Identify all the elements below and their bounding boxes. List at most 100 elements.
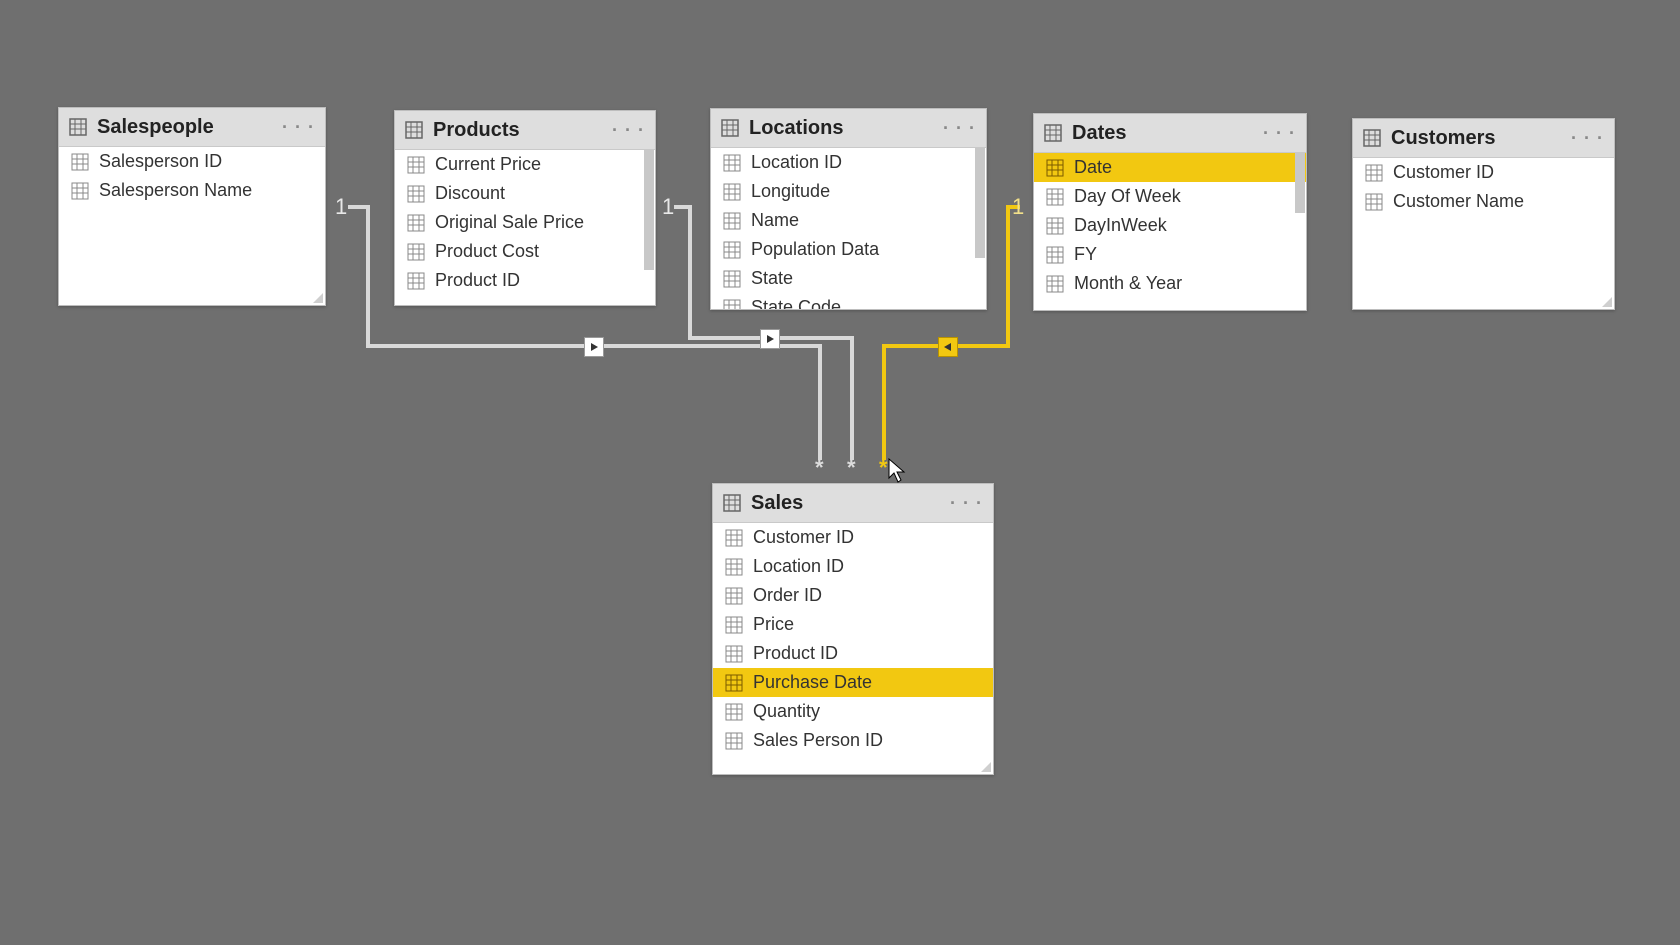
field-icon xyxy=(1046,188,1064,206)
table-menu-icon[interactable]: · · · xyxy=(1571,128,1604,149)
field-row[interactable]: Customer ID xyxy=(1353,158,1614,187)
field-row[interactable]: Customer Name xyxy=(1353,187,1614,216)
field-label: Salesperson Name xyxy=(99,180,252,201)
field-icon xyxy=(723,299,741,310)
field-label: Customer ID xyxy=(1393,162,1494,183)
table-header[interactable]: Locations · · · xyxy=(711,109,986,148)
resize-handle[interactable] xyxy=(313,293,323,303)
table-customers[interactable]: Customers · · · Customer ID Customer Nam… xyxy=(1352,118,1615,310)
field-label: Longitude xyxy=(751,181,830,202)
field-label: Discount xyxy=(435,183,505,204)
table-header[interactable]: Dates · · · xyxy=(1034,114,1306,153)
field-row-selected[interactable]: Purchase Date xyxy=(713,668,993,697)
field-row[interactable]: Order ID xyxy=(713,581,993,610)
field-row[interactable]: Longitude xyxy=(711,177,986,206)
table-dates[interactable]: Dates · · · Date Day Of Week DayInWeek F… xyxy=(1033,113,1307,311)
table-icon xyxy=(721,119,739,137)
field-label: Name xyxy=(751,210,799,231)
field-label: Population Data xyxy=(751,239,879,260)
table-icon xyxy=(405,121,423,139)
field-icon xyxy=(723,241,741,259)
table-menu-icon[interactable]: · · · xyxy=(950,493,983,514)
table-menu-icon[interactable]: · · · xyxy=(943,118,976,139)
table-locations[interactable]: Locations · · · Location ID Longitude Na… xyxy=(710,108,987,310)
field-row[interactable]: Product Cost xyxy=(395,237,655,266)
table-header[interactable]: Products · · · xyxy=(395,111,655,150)
field-row[interactable]: Month & Year xyxy=(1034,269,1306,298)
field-row[interactable]: Quantity xyxy=(713,697,993,726)
field-icon xyxy=(723,270,741,288)
mouse-cursor xyxy=(888,458,908,484)
table-title: Customers xyxy=(1391,127,1495,150)
field-icon xyxy=(725,587,743,605)
table-salespeople[interactable]: Salespeople · · · Salesperson ID Salespe… xyxy=(58,107,326,306)
table-header[interactable]: Sales · · · xyxy=(713,484,993,523)
field-row-selected[interactable]: Date xyxy=(1034,153,1306,182)
field-label: Day Of Week xyxy=(1074,186,1181,207)
field-icon xyxy=(1046,275,1064,293)
field-label: Price xyxy=(753,614,794,635)
model-canvas[interactable]: { "tables": { "salespeople": { "title": … xyxy=(0,0,1680,945)
table-sales[interactable]: Sales · · · Customer ID Location ID Orde… xyxy=(712,483,994,775)
field-icon xyxy=(723,154,741,172)
field-row[interactable]: Name xyxy=(711,206,986,235)
table-header[interactable]: Customers · · · xyxy=(1353,119,1614,158)
field-label: Original Sale Price xyxy=(435,212,584,233)
field-label: Sales Person ID xyxy=(753,730,883,751)
field-row[interactable]: Original Sale Price xyxy=(395,208,655,237)
field-row[interactable]: Salesperson Name xyxy=(59,176,325,205)
filter-direction-arrow-active[interactable] xyxy=(938,337,958,357)
table-icon xyxy=(69,118,87,136)
field-icon xyxy=(407,272,425,290)
field-row[interactable]: Current Price xyxy=(395,150,655,179)
field-row[interactable]: Population Data xyxy=(711,235,986,264)
field-icon xyxy=(407,156,425,174)
field-label: Product ID xyxy=(435,270,520,291)
resize-handle[interactable] xyxy=(981,762,991,772)
scrollbar[interactable] xyxy=(975,148,985,258)
field-row[interactable]: Product ID xyxy=(395,266,655,295)
field-row[interactable]: Location ID xyxy=(713,552,993,581)
field-label: Quantity xyxy=(753,701,820,722)
table-menu-icon[interactable]: · · · xyxy=(282,117,315,138)
field-label: FY xyxy=(1074,244,1097,265)
table-icon xyxy=(723,494,741,512)
scrollbar[interactable] xyxy=(644,150,654,270)
field-label: DayInWeek xyxy=(1074,215,1167,236)
field-icon xyxy=(723,212,741,230)
table-menu-icon[interactable]: · · · xyxy=(612,120,645,141)
field-icon xyxy=(723,183,741,201)
table-title: Salespeople xyxy=(97,116,214,139)
scrollbar[interactable] xyxy=(1295,153,1305,213)
field-icon xyxy=(725,529,743,547)
field-row[interactable]: Salesperson ID xyxy=(59,147,325,176)
field-row[interactable]: State xyxy=(711,264,986,293)
field-icon xyxy=(725,703,743,721)
field-row[interactable]: Day Of Week xyxy=(1034,182,1306,211)
field-label: Product ID xyxy=(753,643,838,664)
field-row[interactable]: DayInWeek xyxy=(1034,211,1306,240)
field-label: Customer Name xyxy=(1393,191,1524,212)
field-row[interactable]: Sales Person ID xyxy=(713,726,993,755)
table-products[interactable]: Products · · · Current Price Discount Or… xyxy=(394,110,656,306)
field-label: Location ID xyxy=(753,556,844,577)
table-header[interactable]: Salespeople · · · xyxy=(59,108,325,147)
field-icon xyxy=(407,243,425,261)
filter-direction-arrow[interactable] xyxy=(584,337,604,357)
field-row[interactable]: State Code xyxy=(711,293,986,309)
field-icon xyxy=(1046,246,1064,264)
cardinality-many: * xyxy=(815,455,824,481)
table-title: Products xyxy=(433,119,520,142)
field-row[interactable]: Product ID xyxy=(713,639,993,668)
field-row[interactable]: Customer ID xyxy=(713,523,993,552)
field-row[interactable]: Location ID xyxy=(711,148,986,177)
table-menu-icon[interactable]: · · · xyxy=(1263,123,1296,144)
resize-handle[interactable] xyxy=(1602,297,1612,307)
cardinality-one: 1 xyxy=(662,194,674,220)
field-row[interactable]: Discount xyxy=(395,179,655,208)
field-row[interactable]: FY xyxy=(1034,240,1306,269)
field-label: Product Cost xyxy=(435,241,539,262)
field-row[interactable]: Price xyxy=(713,610,993,639)
table-icon xyxy=(1363,129,1381,147)
filter-direction-arrow[interactable] xyxy=(760,329,780,349)
